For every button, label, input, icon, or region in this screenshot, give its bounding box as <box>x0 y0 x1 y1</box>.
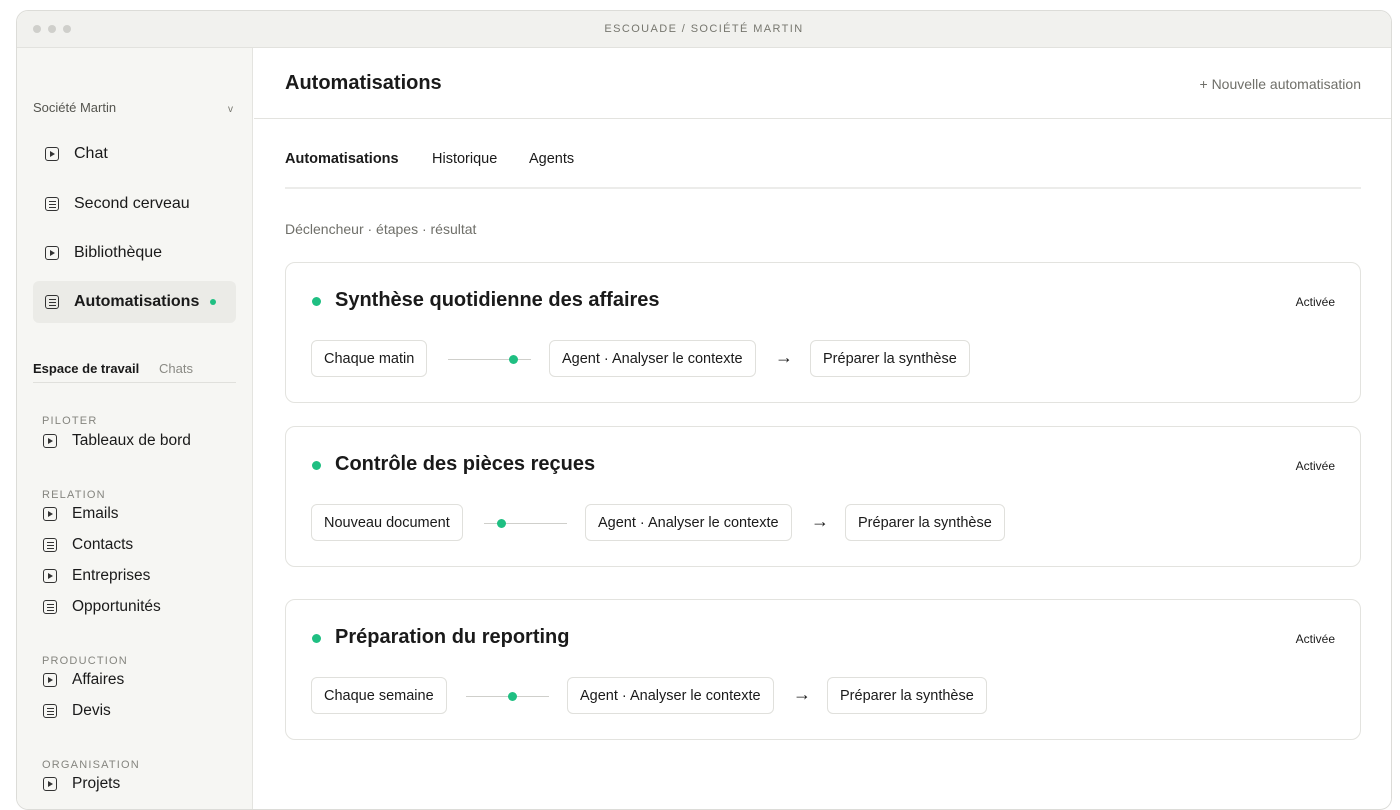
tab-automatisations[interactable]: Automatisations <box>285 151 399 167</box>
play-box-icon <box>43 569 57 583</box>
status-dot <box>312 634 321 643</box>
page-subtitle: Déclencheur · étapes · résultat <box>285 221 477 237</box>
sidebar-item-tableaux-de-bord[interactable]: Tableaux de bord <box>43 429 191 453</box>
result-step[interactable]: Préparer la synthèse <box>845 504 1005 541</box>
sidebar-item-label: Second cerveau <box>74 195 190 212</box>
status-badge: Activée <box>1295 459 1335 473</box>
result-step[interactable]: Préparer la synthèse <box>827 677 987 714</box>
sidebar-item-label: Projets <box>72 775 121 792</box>
sidebar-item-opportunites[interactable]: Opportunités <box>43 595 161 619</box>
play-box-icon <box>43 507 57 521</box>
arrow-right-icon: → <box>793 684 811 704</box>
sidebar-item-label: Contacts <box>72 536 134 553</box>
workspace-tabs: Espace de travail Chats <box>33 361 236 383</box>
sidebar-item-affaires[interactable]: Affaires <box>43 668 124 692</box>
sidebar-item-contacts[interactable]: Contacts <box>43 533 133 557</box>
automation-title: Contrôle des pièces reçues <box>335 453 596 475</box>
sidebar-item-second-cerveau[interactable]: Second cerveau <box>33 183 236 225</box>
status-dot <box>312 461 321 470</box>
document-icon <box>43 600 57 614</box>
active-indicator <box>210 299 217 305</box>
document-icon <box>45 197 59 211</box>
sidebar-item-bibliotheque[interactable]: Bibliothèque <box>33 232 236 274</box>
org-name[interactable]: Société Martin <box>33 100 116 115</box>
agent-step[interactable]: Agent · Analyser le contexte <box>549 340 756 377</box>
sidebar-item-emails[interactable]: Emails <box>43 502 119 526</box>
main-tabs: Automatisations Historique Agents <box>285 151 1361 189</box>
play-box-icon <box>43 673 57 687</box>
header-divider <box>254 118 1391 119</box>
sidebar-item-chat[interactable]: Chat <box>33 133 236 175</box>
sidebar-item-label: Bibliothèque <box>74 244 163 261</box>
automation-title: Préparation du reporting <box>335 626 570 648</box>
section-label-production: PRODUCTION <box>42 655 128 667</box>
document-icon <box>45 295 59 309</box>
trigger-step[interactable]: Chaque semaine <box>311 677 447 714</box>
automation-card[interactable]: Contrôle des pièces reçues Activée Nouve… <box>285 426 1361 567</box>
automation-card[interactable]: Synthèse quotidienne des affaires Activé… <box>285 262 1361 403</box>
section-label-relation: RELATION <box>42 489 106 501</box>
agent-step[interactable]: Agent · Analyser le contexte <box>585 504 792 541</box>
sidebar-item-label: Affaires <box>72 671 125 688</box>
tab-espace-de-travail[interactable]: Espace de travail <box>33 361 139 376</box>
play-box-icon <box>45 246 59 260</box>
app-window: ESCOUADE / SOCIÉTÉ MARTIN Société Martin… <box>16 10 1392 810</box>
sidebar-item-entreprises[interactable]: Entreprises <box>43 564 150 588</box>
sidebar-item-automatisations[interactable]: Automatisations <box>33 281 236 323</box>
sidebar-item-label: Tableaux de bord <box>72 432 191 449</box>
sidebar-item-projets[interactable]: Projets <box>43 772 120 796</box>
sidebar-item-label: Emails <box>72 505 119 522</box>
trigger-step[interactable]: Chaque matin <box>311 340 428 377</box>
trigger-step[interactable]: Nouveau document <box>311 504 463 541</box>
connector-dot <box>497 519 506 528</box>
tab-agents[interactable]: Agents <box>529 151 574 167</box>
connector-dot <box>509 355 518 364</box>
chevron-down-icon[interactable]: v <box>228 104 233 115</box>
arrow-right-icon: → <box>775 347 793 367</box>
main-content: Automatisations + Nouvelle automatisatio… <box>254 48 1391 808</box>
connector-line <box>448 355 531 364</box>
new-automation-button[interactable]: + Nouvelle automatisation <box>1200 76 1362 92</box>
connector-line <box>484 519 567 528</box>
tab-historique[interactable]: Historique <box>432 151 497 167</box>
connector-line <box>466 692 549 701</box>
agent-step[interactable]: Agent · Analyser le contexte <box>567 677 774 714</box>
result-step[interactable]: Préparer la synthèse <box>810 340 970 377</box>
connector-dot <box>508 692 517 701</box>
sidebar-item-label: Opportunités <box>72 598 161 615</box>
play-box-icon <box>43 434 57 448</box>
status-badge: Activée <box>1295 295 1335 309</box>
arrow-right-icon: → <box>811 511 829 531</box>
title-bar: ESCOUADE / SOCIÉTÉ MARTIN <box>17 11 1391 48</box>
document-icon <box>43 538 57 552</box>
automation-title: Synthèse quotidienne des affaires <box>335 289 660 311</box>
sidebar-item-label: Entreprises <box>72 567 151 584</box>
document-icon <box>43 704 57 718</box>
automation-card[interactable]: Préparation du reporting Activée Chaque … <box>285 599 1361 740</box>
page-title: Automatisations <box>285 72 442 94</box>
tab-chats[interactable]: Chats <box>159 361 193 376</box>
status-badge: Activée <box>1295 632 1335 646</box>
play-box-icon <box>45 147 59 161</box>
sidebar-item-devis[interactable]: Devis <box>43 699 111 723</box>
sidebar-item-label: Automatisations <box>74 293 200 310</box>
window-title: ESCOUADE / SOCIÉTÉ MARTIN <box>604 23 804 35</box>
section-label-piloter: PILOTER <box>42 415 98 427</box>
sidebar: Société Martin v Chat Second cerveau Bib… <box>17 48 253 809</box>
play-box-icon <box>43 777 57 791</box>
status-dot <box>312 297 321 306</box>
sidebar-item-label: Chat <box>74 145 108 162</box>
section-label-organisation: ORGANISATION <box>42 759 140 771</box>
sidebar-item-label: Devis <box>72 702 111 719</box>
